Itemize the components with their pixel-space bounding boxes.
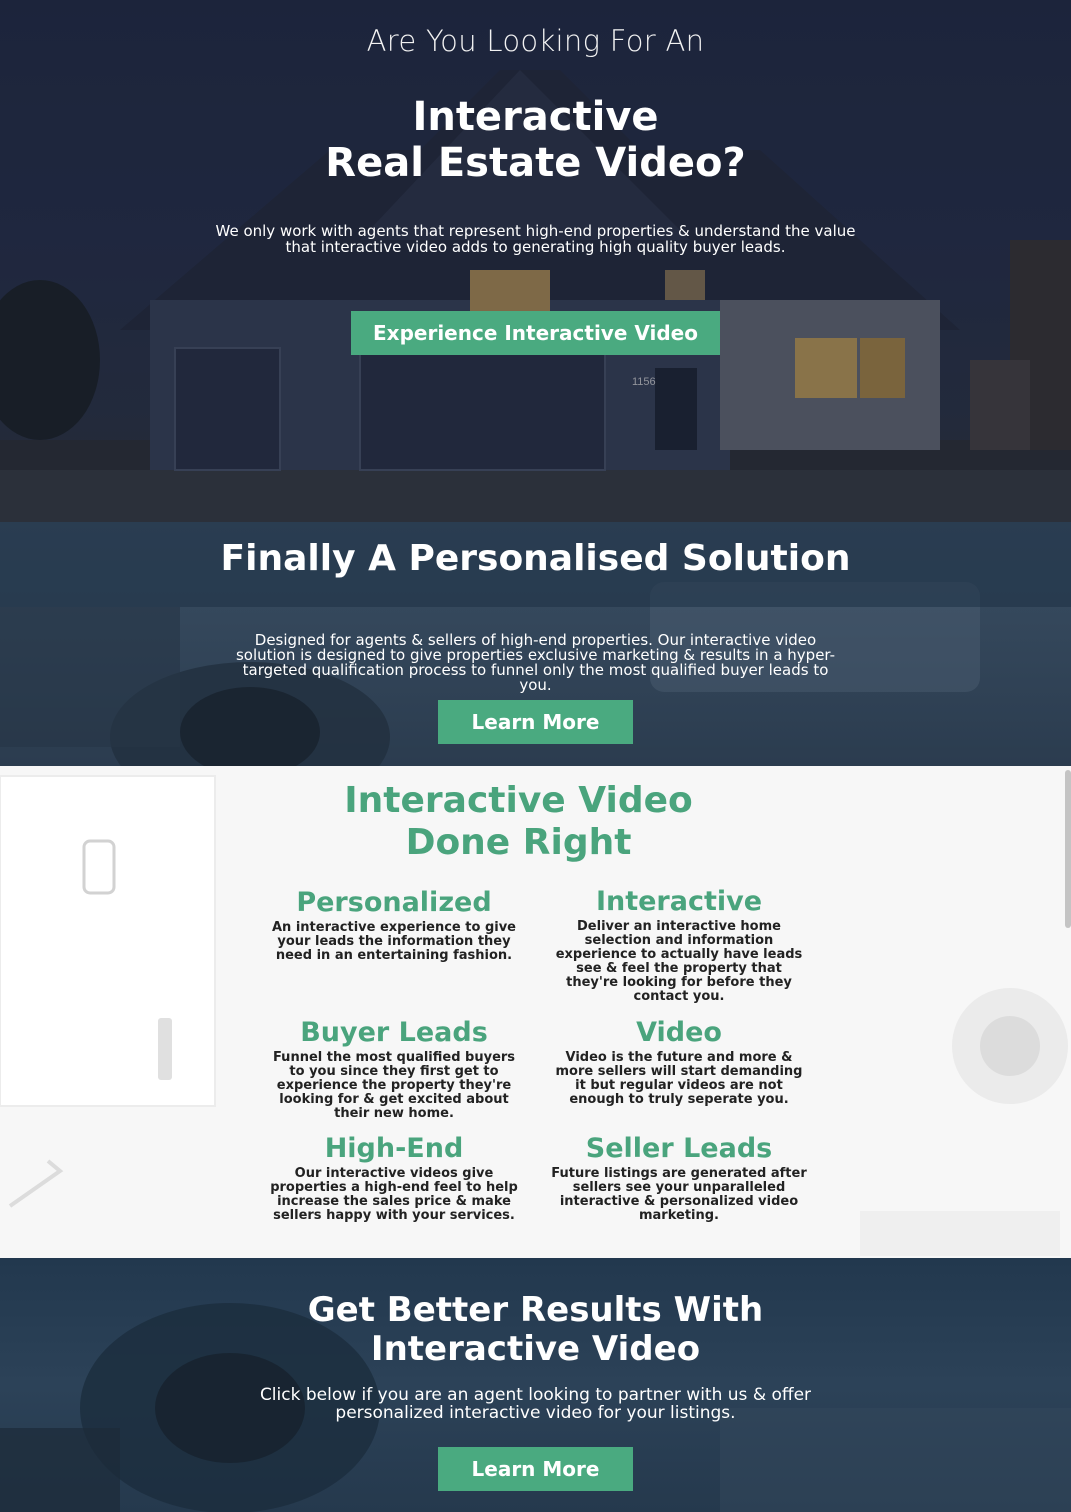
features-title-line1: Interactive Video <box>344 780 693 821</box>
feature-title: Seller Leads <box>585 1133 773 1164</box>
feature-text: An interactive experience to give your l… <box>272 920 516 963</box>
feature-title: Buyer Leads <box>300 1017 488 1048</box>
feature-buyer-leads: Buyer Leads Funnel the most qualified bu… <box>264 1017 524 1121</box>
hero-overlay <box>0 0 1071 522</box>
results-title-line1: Get Better Results With <box>307 1290 764 1330</box>
feature-title: Personalized <box>296 887 492 918</box>
feature-seller-leads: Seller Leads Future listings are generat… <box>549 1133 809 1223</box>
features-title-line2: Done Right <box>405 822 632 863</box>
page-scrollbar[interactable] <box>1065 770 1071 928</box>
feature-title: Video <box>636 1017 722 1048</box>
feature-text: Funnel the most qualified buyers to you … <box>272 1050 516 1121</box>
feature-title: High-End <box>324 1133 464 1164</box>
feature-text: Future listings are generated after sell… <box>551 1166 807 1223</box>
feature-text: Video is the future and more & more sell… <box>555 1050 803 1107</box>
hero-section: 1156 Are You Looking For An Interactive … <box>0 0 1071 522</box>
results-text: Click below if you are an agent looking … <box>259 1385 812 1423</box>
solution-section: Finally A Personalised Solution Designed… <box>0 522 1071 766</box>
features-section: Interactive Video Done Right Personalize… <box>0 766 1071 1258</box>
results-title-line2: Interactive Video <box>370 1329 701 1369</box>
features-title: Interactive Video Done Right <box>0 780 1037 864</box>
feature-high-end: High-End Our interactive videos give pro… <box>264 1133 524 1223</box>
solution-text: Designed for agents & sellers of high-en… <box>235 631 836 694</box>
results-section: Get Better Results With Interactive Vide… <box>0 1258 1071 1512</box>
results-title: Get Better Results With Interactive Vide… <box>0 1291 1071 1369</box>
feature-title: Interactive <box>595 886 763 917</box>
experience-interactive-video-button[interactable]: Experience Interactive Video <box>351 311 720 355</box>
feature-personalized: Personalized An interactive experience t… <box>264 887 524 963</box>
feature-text: Our interactive videos give properties a… <box>270 1166 518 1223</box>
hero-title-line1: Interactive <box>412 94 659 140</box>
feature-text: Deliver an interactive home selection an… <box>555 919 803 1004</box>
hero-eyebrow: Are You Looking For An <box>366 24 705 58</box>
hero-title-line2: Real Estate Video? <box>325 140 746 186</box>
partner-learn-more-button[interactable]: Learn More <box>438 1447 633 1491</box>
hero-subtitle: We only work with agents that represent … <box>215 222 856 256</box>
feature-interactive: Interactive Deliver an interactive home … <box>549 886 809 1004</box>
feature-video: Video Video is the future and more & mor… <box>549 1017 809 1107</box>
hero-title: Interactive Real Estate Video? <box>0 94 1071 186</box>
solution-title: Finally A Personalised Solution <box>220 538 851 579</box>
learn-more-button[interactable]: Learn More <box>438 700 633 744</box>
